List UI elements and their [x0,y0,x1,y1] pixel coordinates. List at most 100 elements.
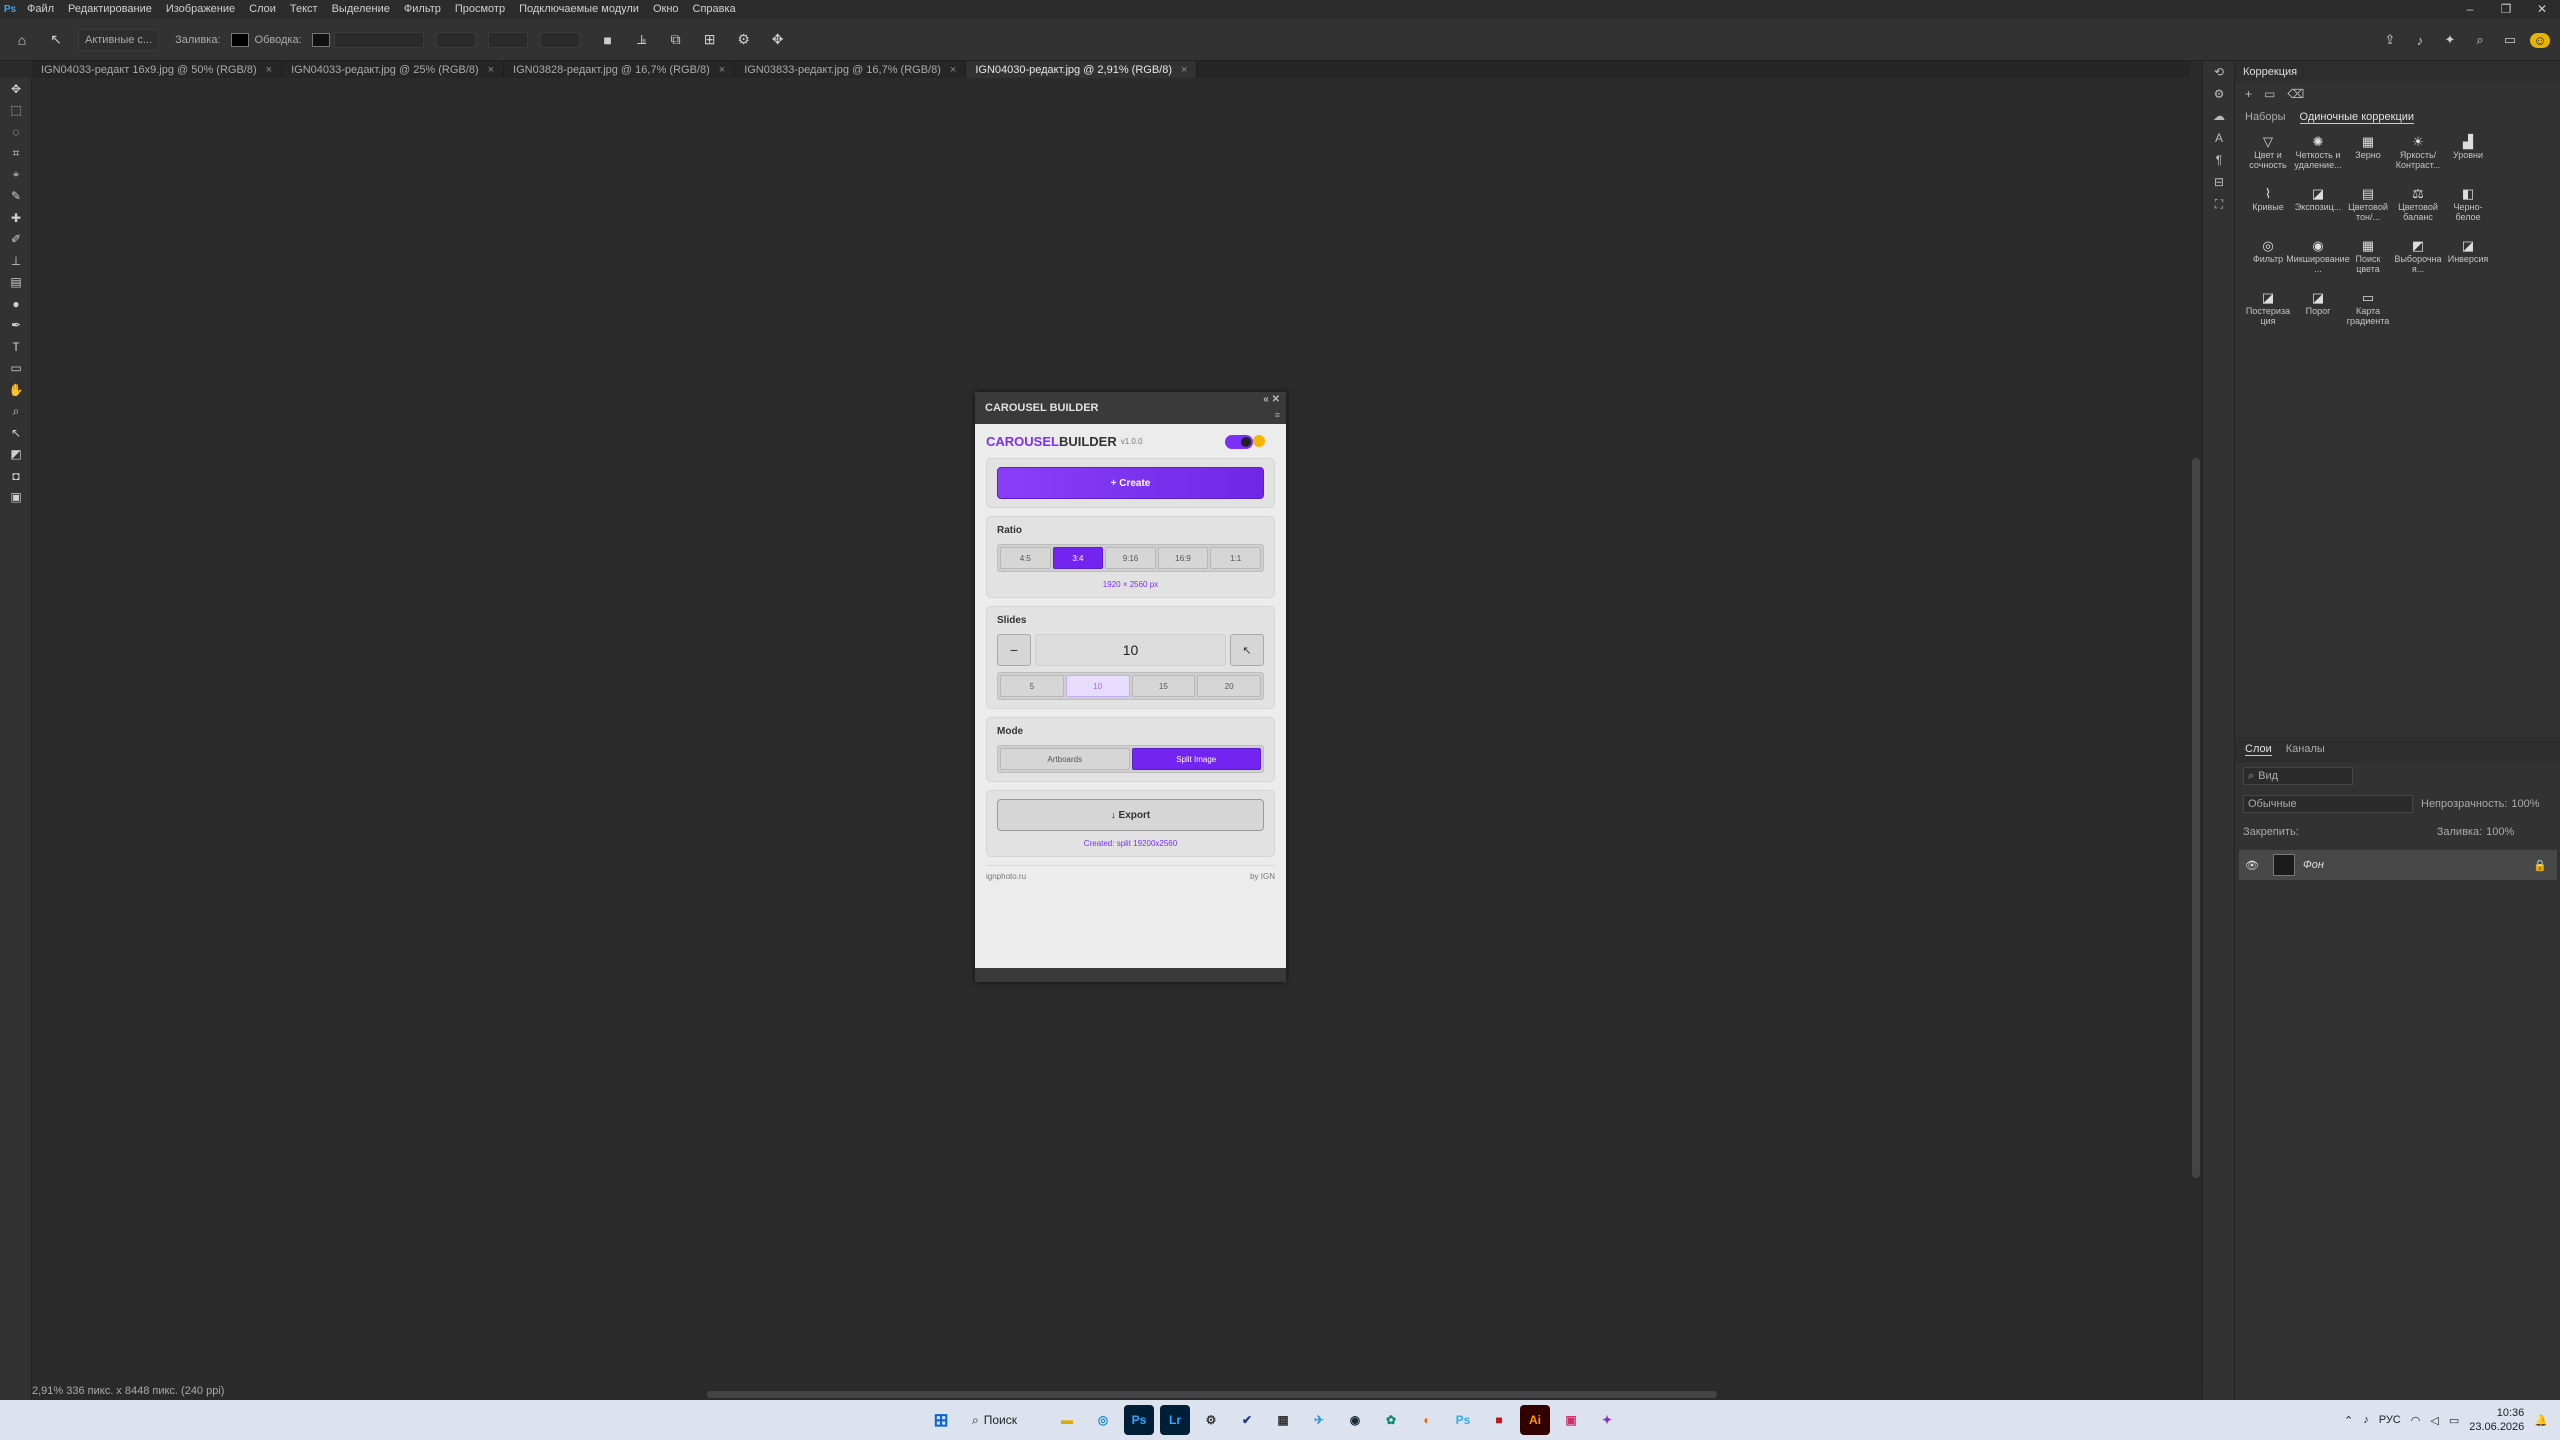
menu-image[interactable]: Изображение [159,0,242,19]
ratio-option-1-1[interactable]: 1:1 [1210,547,1261,569]
preset-15[interactable]: 15 [1131,675,1196,697]
share-icon[interactable]: ⇪ [2380,32,2400,48]
preset-20[interactable]: 20 [1197,675,1261,697]
illustrator-icon[interactable]: Ai [1520,1405,1550,1435]
adjustment-item[interactable]: ▭ Карта градиента [2343,290,2393,336]
panel-close-icon[interactable]: « ✕ [1263,394,1280,405]
libraries-icon[interactable]: ☁ [2203,105,2235,127]
eyedropper-tool-icon[interactable]: ✎ [0,186,32,208]
stroke-width-field[interactable] [333,31,424,48]
fill-swatch[interactable] [230,32,249,47]
vscode-icon[interactable]: ✔ [1232,1405,1262,1435]
adjustment-item[interactable]: ◪ Постериза ция [2243,290,2293,336]
menu-view[interactable]: Просмотр [448,0,512,19]
ratio-option-16-9[interactable]: 16:9 [1157,547,1209,569]
blend-mode-dropdown[interactable]: Обычные [2243,795,2413,813]
height-field[interactable] [539,31,580,48]
menu-help[interactable]: Справка [686,0,743,19]
bell-icon[interactable]: ♪ [2410,33,2430,48]
restore-icon[interactable]: ❐ [2488,0,2524,19]
menu-select[interactable]: Выделение [325,0,397,19]
quick-mask-icon[interactable]: ◘ [0,465,32,487]
width-field[interactable] [487,31,528,48]
adjustment-item[interactable]: ◪ Инверсия [2443,238,2493,284]
avatar[interactable]: ☺ [2530,32,2550,48]
character-icon[interactable]: A [2203,127,2235,149]
properties-icon[interactable]: ⚙ [2203,83,2235,105]
tab-document-4[interactable]: IGN03833-редакт.jpg @ 16,7% (RGB/8) × [735,61,967,78]
stroke-swatch[interactable] [311,32,330,47]
notifications-bell-icon[interactable]: 🔔 [2534,1414,2548,1427]
quick-select-tool-icon[interactable]: ⌖ [0,164,32,186]
footer-site-link[interactable]: ignphoto.ru [986,872,1026,881]
minimize-icon[interactable]: – [2452,0,2488,19]
tab-document-1[interactable]: IGN04033-редакт 16x9.jpg @ 50% (RGB/8) × [32,61,283,78]
layer-row[interactable]: 👁 Фон 🔒 [2239,850,2557,880]
adjustment-item[interactable]: ▦ Поиск цвета [2343,238,2393,284]
menu-layers[interactable]: Слои [242,0,283,19]
pen-tool-icon[interactable]: ✒ [0,315,32,337]
adjustment-item[interactable]: ◧ Черно-белое [2443,186,2493,232]
layer-kind-filter[interactable]: ⌕ Вид [2243,767,2353,785]
tab-document-5-active[interactable]: IGN04030-редакт.jpg @ 2,91% (RGB/8) × [966,61,1198,78]
select-mode-dropdown[interactable]: Активные с... [78,28,160,51]
adjustment-item[interactable]: ◪ Экспозиц... [2293,186,2343,232]
tab-layers[interactable]: Слои [2245,743,2272,756]
scroll-thumb[interactable] [707,1391,1717,1398]
wifi-icon[interactable]: ◠ [2411,1414,2421,1427]
shape-tool-icon[interactable]: ▭ [0,358,32,380]
adjustment-item[interactable]: ▟ Уровни [2443,134,2493,180]
photoshop-beta-icon[interactable]: Ps [1448,1405,1478,1435]
red-app-icon[interactable]: ■ [1484,1405,1514,1435]
ratio-option-3-4[interactable]: 3:4 [1052,547,1104,569]
stamp-tool-icon[interactable]: ⊥ [0,250,32,272]
adjustment-item[interactable]: ▽ Цвет и сочность [2243,134,2293,180]
media-icon[interactable]: ▦ [1268,1405,1298,1435]
folder-icon[interactable]: ▭ [2264,87,2275,101]
app-icon[interactable]: ⚙ [1196,1405,1226,1435]
tab-presets[interactable]: Наборы [2245,111,2286,124]
steam-icon[interactable]: ◉ [1340,1405,1370,1435]
menu-file[interactable]: Файл [20,0,61,19]
increment-button[interactable]: ↖ [1230,634,1264,666]
tab-single-adjustments[interactable]: Одиночные коррекции [2299,111,2415,124]
path-arrangement-icon[interactable]: ⧉ [664,28,688,52]
preset-5[interactable]: 5 [1000,675,1064,697]
mode-artboards[interactable]: Artboards [1000,748,1130,770]
path-operations-icon[interactable]: ■ [596,28,620,52]
stroke-type-field[interactable] [435,31,476,48]
gradient-tool-icon[interactable]: ▤ [0,272,32,294]
mode-split-image[interactable]: Split Image [1131,748,1261,770]
photoshop-taskbar-icon[interactable]: Ps [1124,1405,1154,1435]
ratio-option-4-5[interactable]: 4:5 [1000,547,1051,569]
gallery-icon[interactable]: ▣ [1556,1405,1586,1435]
explorer-icon[interactable]: ▬ [1052,1405,1082,1435]
healing-tool-icon[interactable]: ✚ [0,207,32,229]
theme-toggle[interactable] [1225,435,1253,449]
tab-close-icon[interactable]: × [488,64,494,76]
paragraph-icon[interactable]: ¶ [2203,149,2235,171]
mic-icon[interactable]: ♪ [2363,1414,2369,1426]
tab-document-3[interactable]: IGN03828-редакт.jpg @ 16,7% (RGB/8) × [504,61,736,78]
adjustment-item[interactable]: ◉ Микширование ... [2286,238,2349,284]
notification-app-icon[interactable]: ✦ [1592,1405,1622,1435]
eye-icon[interactable]: 👁 [2245,859,2259,872]
create-button[interactable]: + Create [997,467,1264,499]
opacity-value[interactable]: 100% [2511,798,2539,810]
tab-channels[interactable]: Каналы [2286,743,2325,756]
trash-icon[interactable]: ⌫ [2287,87,2304,101]
color-swatches-icon[interactable]: ◩ [0,444,32,466]
adjustment-item[interactable]: ⌇ Кривые [2243,186,2293,232]
decrement-button[interactable]: − [997,634,1031,666]
windows-start-icon[interactable]: ⊞ [926,1405,956,1435]
align-edges-icon[interactable]: ⊞ [698,28,722,52]
brush-tool-icon[interactable]: ✐ [0,229,32,251]
adjustment-item[interactable]: ⚖ Цветовой баланс [2393,186,2443,232]
dodge-tool-icon[interactable]: ● [0,293,32,315]
path-alignment-icon[interactable]: ⫡ [630,28,654,52]
tab-document-2[interactable]: IGN04033-редакт.jpg @ 25% (RGB/8) × [282,61,505,78]
taskbar-search[interactable]: ⌕ Поиск [962,1405,1046,1435]
home-icon[interactable]: ⌂ [10,28,34,52]
move-tool-icon[interactable]: ✥ [0,78,32,100]
workspace-icon[interactable]: ▭ [2500,32,2520,48]
